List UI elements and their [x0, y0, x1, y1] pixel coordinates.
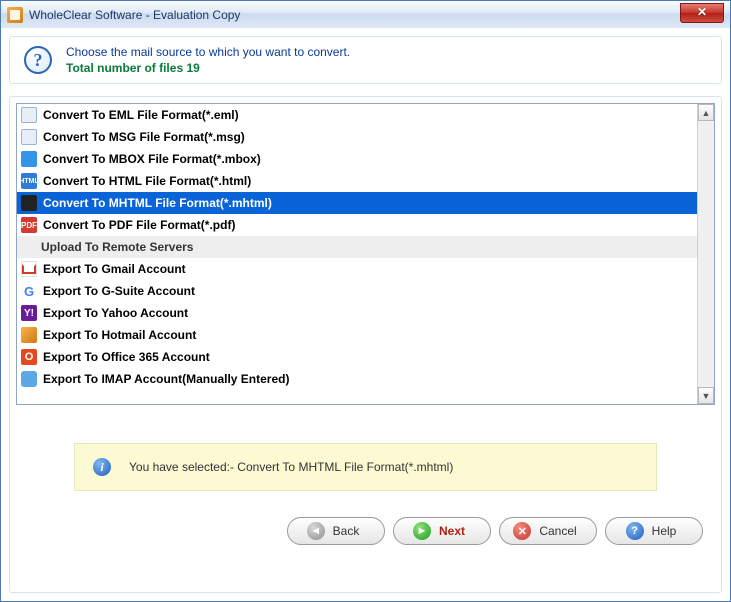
list-item-label: Convert To HTML File Format(*.html) — [43, 174, 251, 188]
icon-yahoo-icon: Y! — [21, 305, 37, 321]
list-item[interactable]: Export To Gmail Account — [17, 258, 697, 280]
info-icon: i — [93, 458, 111, 476]
header-panel: ? Choose the mail source to which you wa… — [9, 36, 722, 84]
list-item[interactable]: Y! Export To Yahoo Account — [17, 302, 697, 324]
icon-mhtml-icon — [21, 195, 37, 211]
help-button[interactable]: ? Help — [605, 517, 703, 545]
section-header: Upload To Remote Servers — [17, 236, 697, 258]
icon-gmail-icon — [21, 261, 37, 277]
list-item[interactable]: PDF Convert To PDF File Format(*.pdf) — [17, 214, 697, 236]
scroll-up-button[interactable]: ▲ — [698, 104, 714, 121]
list-item-label: Export To Office 365 Account — [43, 350, 210, 364]
icon-gsuite-icon: G — [21, 283, 37, 299]
list-body: Convert To EML File Format(*.eml) Convert… — [17, 104, 697, 404]
list-item-label: Export To Gmail Account — [43, 262, 186, 276]
back-icon: ◄ — [307, 522, 325, 540]
icon-o365-icon: O — [21, 349, 37, 365]
format-list: Convert To EML File Format(*.eml) Convert… — [16, 103, 715, 405]
icon-imap-icon — [21, 371, 37, 387]
main-panel: Convert To EML File Format(*.eml) Convert… — [9, 96, 722, 593]
icon-eml-icon — [21, 107, 37, 123]
help-button-icon: ? — [626, 522, 644, 540]
window-title: WholeClear Software - Evaluation Copy — [29, 8, 240, 22]
status-bar: i You have selected:- Convert To MHTML F… — [74, 443, 657, 491]
list-item-label: Convert To MSG File Format(*.msg) — [43, 130, 245, 144]
header-text: Choose the mail source to which you want… — [66, 45, 350, 75]
next-icon: ► — [413, 522, 431, 540]
next-label: Next — [439, 524, 465, 538]
list-item[interactable]: Convert To MHTML File Format(*.mhtml) — [17, 192, 697, 214]
instruction-text: Choose the mail source to which you want… — [66, 45, 350, 59]
icon-mbox-icon — [21, 151, 37, 167]
list-item-label: Export To Hotmail Account — [43, 328, 196, 342]
content-area: ? Choose the mail source to which you wa… — [1, 28, 730, 601]
titlebar: WholeClear Software - Evaluation Copy ✕ — [1, 0, 730, 28]
list-item-label: Convert To PDF File Format(*.pdf) — [43, 218, 235, 232]
cancel-button[interactable]: ✕ Cancel — [499, 517, 597, 545]
scrollbar[interactable]: ▲ ▼ — [697, 104, 714, 404]
cancel-label: Cancel — [539, 524, 576, 538]
back-label: Back — [333, 524, 360, 538]
list-item-label: Convert To EML File Format(*.eml) — [43, 108, 239, 122]
list-item[interactable]: Convert To MSG File Format(*.msg) — [17, 126, 697, 148]
help-label: Help — [652, 524, 677, 538]
cancel-icon: ✕ — [513, 522, 531, 540]
list-item[interactable]: Convert To EML File Format(*.eml) — [17, 104, 697, 126]
app-icon — [7, 7, 23, 23]
icon-html-icon: HTML — [21, 173, 37, 189]
list-item-label: Convert To MHTML File Format(*.mhtml) — [43, 196, 272, 210]
list-item-label: Export To Yahoo Account — [43, 306, 188, 320]
icon-hotmail-icon — [21, 327, 37, 343]
next-button[interactable]: ► Next — [393, 517, 491, 545]
list-item[interactable]: Export To IMAP Account(Manually Entered) — [17, 368, 697, 390]
back-button[interactable]: ◄ Back — [287, 517, 385, 545]
status-text: You have selected:- Convert To MHTML Fil… — [129, 460, 453, 474]
list-item-label: Export To IMAP Account(Manually Entered) — [43, 372, 289, 386]
list-item-label: Convert To MBOX File Format(*.mbox) — [43, 152, 261, 166]
close-button[interactable]: ✕ — [680, 3, 724, 23]
total-files-text: Total number of files 19 — [66, 61, 350, 75]
list-item[interactable]: HTML Convert To HTML File Format(*.html) — [17, 170, 697, 192]
scroll-down-button[interactable]: ▼ — [698, 387, 714, 404]
button-row: ◄ Back ► Next ✕ Cancel ? Help — [28, 517, 703, 545]
list-item[interactable]: O Export To Office 365 Account — [17, 346, 697, 368]
list-item[interactable]: G Export To G-Suite Account — [17, 280, 697, 302]
list-item-label: Export To G-Suite Account — [43, 284, 195, 298]
help-icon: ? — [24, 46, 52, 74]
icon-pdf-icon: PDF — [21, 217, 37, 233]
icon-msg-icon — [21, 129, 37, 145]
list-item[interactable]: Export To Hotmail Account — [17, 324, 697, 346]
list-item[interactable]: Convert To MBOX File Format(*.mbox) — [17, 148, 697, 170]
